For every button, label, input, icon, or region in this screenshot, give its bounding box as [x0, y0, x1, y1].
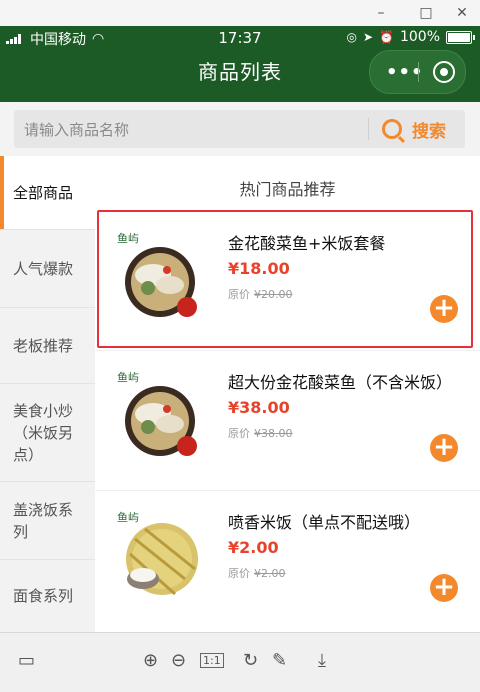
- alarm-icon: ⏰: [379, 30, 394, 44]
- search-input[interactable]: [22, 116, 366, 144]
- sidebar-item-label: 老板推荐: [13, 336, 74, 355]
- status-bar: 中国移动 ◠ 17:37 ◎ ➤ ⏰ 100%: [0, 26, 480, 50]
- sidebar-item-label: 盖浇饭系列: [13, 500, 74, 541]
- product-price: ¥38.00: [228, 398, 290, 417]
- product-price: ¥2.00: [228, 538, 279, 557]
- add-to-cart-button[interactable]: +: [430, 434, 458, 462]
- sidebar-item-noodles[interactable]: 面食系列: [0, 560, 95, 632]
- product-name: 超大份金花酸菜鱼（不含米饭）: [228, 373, 453, 392]
- actual-size-icon[interactable]: 1:1: [200, 653, 224, 668]
- thumbnail-icon[interactable]: ▭: [18, 650, 35, 671]
- product-image-rice: 鱼屿: [117, 510, 198, 596]
- sidebar-item-label: 美食小炒（米饭另点）: [13, 401, 74, 464]
- battery-icon: [446, 30, 475, 44]
- app-header: 中国移动 ◠ 17:37 ◎ ➤ ⏰ 100% 商品列表 •••: [0, 26, 480, 102]
- zoom-in-icon[interactable]: ⊕: [143, 650, 158, 671]
- selection-highlight: [97, 210, 473, 348]
- search-box: 搜索: [14, 110, 465, 148]
- window-titlebar: – □ ✕: [0, 0, 480, 27]
- rotate-icon[interactable]: ↻: [243, 650, 258, 671]
- zoom-out-icon[interactable]: ⊖: [171, 650, 186, 671]
- section-title: 热门商品推荐: [239, 180, 336, 199]
- close-miniprogram-icon[interactable]: [433, 61, 455, 83]
- sidebar-item-boss-recommend[interactable]: 老板推荐: [0, 308, 95, 384]
- close-button[interactable]: ✕: [447, 3, 477, 23]
- product-name: 喷香米饭（单点不配送哦）: [228, 513, 421, 532]
- location-icon: ➤: [362, 30, 374, 44]
- download-icon[interactable]: ⤓: [318, 650, 326, 671]
- lock-rotation-icon: ◎: [346, 30, 357, 44]
- sidebar-item-label: 面食系列: [13, 587, 74, 605]
- mini-program-capsule: •••: [369, 50, 466, 94]
- product-item[interactable]: 鱼屿 喷香米饭（单点不配送哦） ¥2.00 原价 ¥2.00 +: [95, 490, 480, 609]
- product-item[interactable]: 鱼屿 超大份金花酸菜鱼（不含米饭） ¥38.00 原价 ¥38.00 +: [95, 350, 480, 469]
- maximize-button[interactable]: □: [411, 3, 441, 23]
- category-sidebar: 全部商品 人气爆款 老板推荐 美食小炒（米饭另点） 盖浇饭系列 面食系列: [0, 156, 95, 632]
- search-divider: [368, 118, 369, 140]
- original-price: 原价 ¥38.00: [228, 427, 293, 440]
- sidebar-item-label: 人气爆款: [13, 259, 74, 278]
- sidebar-item-rice-bowl[interactable]: 盖浇饭系列: [0, 482, 95, 560]
- brand-logo: 鱼屿: [117, 370, 139, 384]
- sidebar-item-all[interactable]: 全部商品: [0, 156, 95, 230]
- original-price: 原价 ¥2.00: [228, 567, 286, 580]
- sidebar-item-popular[interactable]: 人气爆款: [0, 230, 95, 308]
- viewer-toolbar: ▭ ⊕ ⊖ 1:1 ↻ ✎ ⤓: [0, 632, 480, 692]
- sidebar-item-label: 全部商品: [13, 183, 74, 202]
- edit-icon[interactable]: ✎: [272, 650, 287, 671]
- minimize-button[interactable]: –: [366, 3, 396, 23]
- capsule-divider: [418, 62, 419, 82]
- battery-percent: 100%: [399, 29, 440, 45]
- sidebar-item-stir-fry[interactable]: 美食小炒（米饭另点）: [0, 384, 95, 482]
- brand-logo: 鱼屿: [117, 510, 139, 524]
- add-to-cart-button[interactable]: +: [430, 574, 458, 602]
- search-button[interactable]: 搜索: [382, 115, 446, 143]
- product-image-fish: 鱼屿: [117, 370, 197, 456]
- search-button-label: 搜索: [412, 121, 446, 142]
- search-bar: 搜索: [0, 102, 480, 156]
- search-icon: [382, 119, 402, 139]
